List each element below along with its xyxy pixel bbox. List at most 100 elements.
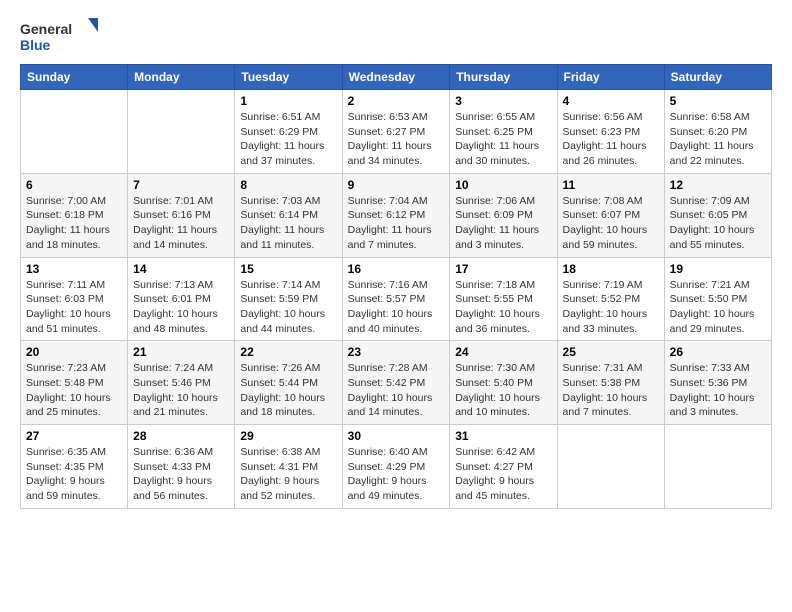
days-header-row: SundayMondayTuesdayWednesdayThursdayFrid… — [21, 65, 772, 90]
calendar-body: 1 Sunrise: 6:51 AM Sunset: 6:29 PM Daylig… — [21, 90, 772, 509]
day-info: Sunrise: 7:11 AM Sunset: 6:03 PM Dayligh… — [26, 278, 122, 337]
svg-text:Blue: Blue — [20, 37, 51, 53]
calendar-week-row: 20 Sunrise: 7:23 AM Sunset: 5:48 PM Dayli… — [21, 341, 772, 425]
day-info: Sunrise: 6:55 AM Sunset: 6:25 PM Dayligh… — [455, 110, 551, 169]
calendar-cell: 22 Sunrise: 7:26 AM Sunset: 5:44 PM Dayli… — [235, 341, 342, 425]
day-info: Sunrise: 6:35 AM Sunset: 4:35 PM Dayligh… — [26, 445, 122, 504]
calendar-cell: 21 Sunrise: 7:24 AM Sunset: 5:46 PM Dayli… — [128, 341, 235, 425]
day-info: Sunrise: 6:36 AM Sunset: 4:33 PM Dayligh… — [133, 445, 229, 504]
day-number: 26 — [670, 345, 766, 359]
calendar-cell: 31 Sunrise: 6:42 AM Sunset: 4:27 PM Dayli… — [450, 425, 557, 509]
day-info: Sunrise: 6:56 AM Sunset: 6:23 PM Dayligh… — [563, 110, 659, 169]
calendar-cell: 26 Sunrise: 7:33 AM Sunset: 5:36 PM Dayli… — [664, 341, 771, 425]
calendar-week-row: 27Sunrise: 6:35 AM Sunset: 4:35 PM Dayli… — [21, 425, 772, 509]
day-info: Sunrise: 7:26 AM Sunset: 5:44 PM Dayligh… — [240, 361, 336, 420]
day-of-week-header: Saturday — [664, 65, 771, 90]
day-info: Sunrise: 7:08 AM Sunset: 6:07 PM Dayligh… — [563, 194, 659, 253]
calendar-cell: 16 Sunrise: 7:16 AM Sunset: 5:57 PM Dayli… — [342, 257, 450, 341]
day-number: 1 — [240, 94, 336, 108]
day-number: 25 — [563, 345, 659, 359]
day-number: 14 — [133, 262, 229, 276]
day-info: Sunrise: 6:53 AM Sunset: 6:27 PM Dayligh… — [348, 110, 445, 169]
day-info: Sunrise: 6:58 AM Sunset: 6:20 PM Dayligh… — [670, 110, 766, 169]
day-info: Sunrise: 7:31 AM Sunset: 5:38 PM Dayligh… — [563, 361, 659, 420]
day-info: Sunrise: 7:30 AM Sunset: 5:40 PM Dayligh… — [455, 361, 551, 420]
day-info: Sunrise: 6:40 AM Sunset: 4:29 PM Dayligh… — [348, 445, 445, 504]
logo: General Blue — [20, 16, 100, 56]
day-info: Sunrise: 7:24 AM Sunset: 5:46 PM Dayligh… — [133, 361, 229, 420]
calendar-cell: 4 Sunrise: 6:56 AM Sunset: 6:23 PM Daylig… — [557, 90, 664, 174]
day-number: 16 — [348, 262, 445, 276]
day-number: 30 — [348, 429, 445, 443]
calendar-cell: 20 Sunrise: 7:23 AM Sunset: 5:48 PM Dayli… — [21, 341, 128, 425]
day-number: 28 — [133, 429, 229, 443]
calendar-cell: 11 Sunrise: 7:08 AM Sunset: 6:07 PM Dayli… — [557, 173, 664, 257]
day-number: 10 — [455, 178, 551, 192]
day-of-week-header: Monday — [128, 65, 235, 90]
day-info: Sunrise: 7:09 AM Sunset: 6:05 PM Dayligh… — [670, 194, 766, 253]
calendar-cell: 30 Sunrise: 6:40 AM Sunset: 4:29 PM Dayli… — [342, 425, 450, 509]
day-info: Sunrise: 7:21 AM Sunset: 5:50 PM Dayligh… — [670, 278, 766, 337]
day-info: Sunrise: 7:14 AM Sunset: 5:59 PM Dayligh… — [240, 278, 336, 337]
day-number: 18 — [563, 262, 659, 276]
day-number: 21 — [133, 345, 229, 359]
day-info: Sunrise: 7:13 AM Sunset: 6:01 PM Dayligh… — [133, 278, 229, 337]
day-number: 20 — [26, 345, 122, 359]
day-info: Sunrise: 6:42 AM Sunset: 4:27 PM Dayligh… — [455, 445, 551, 504]
day-number: 11 — [563, 178, 659, 192]
day-of-week-header: Wednesday — [342, 65, 450, 90]
day-number: 2 — [348, 94, 445, 108]
day-info: Sunrise: 7:18 AM Sunset: 5:55 PM Dayligh… — [455, 278, 551, 337]
day-info: Sunrise: 6:51 AM Sunset: 6:29 PM Dayligh… — [240, 110, 336, 169]
calendar-week-row: 1 Sunrise: 6:51 AM Sunset: 6:29 PM Daylig… — [21, 90, 772, 174]
day-info: Sunrise: 7:19 AM Sunset: 5:52 PM Dayligh… — [563, 278, 659, 337]
day-number: 17 — [455, 262, 551, 276]
day-number: 22 — [240, 345, 336, 359]
calendar-cell: 24 Sunrise: 7:30 AM Sunset: 5:40 PM Dayli… — [450, 341, 557, 425]
calendar-cell: 18 Sunrise: 7:19 AM Sunset: 5:52 PM Dayli… — [557, 257, 664, 341]
svg-text:General: General — [20, 21, 72, 37]
day-number: 23 — [348, 345, 445, 359]
day-of-week-header: Friday — [557, 65, 664, 90]
calendar-cell: 13 Sunrise: 7:11 AM Sunset: 6:03 PM Dayli… — [21, 257, 128, 341]
day-info: Sunrise: 7:23 AM Sunset: 5:48 PM Dayligh… — [26, 361, 122, 420]
day-number: 12 — [670, 178, 766, 192]
calendar-table: SundayMondayTuesdayWednesdayThursdayFrid… — [20, 64, 772, 509]
calendar-cell — [557, 425, 664, 509]
calendar-cell: 9Sunrise: 7:04 AM Sunset: 6:12 PM Daylig… — [342, 173, 450, 257]
calendar-cell: 27Sunrise: 6:35 AM Sunset: 4:35 PM Dayli… — [21, 425, 128, 509]
calendar-cell: 5 Sunrise: 6:58 AM Sunset: 6:20 PM Daylig… — [664, 90, 771, 174]
calendar-cell: 7 Sunrise: 7:01 AM Sunset: 6:16 PM Daylig… — [128, 173, 235, 257]
day-number: 31 — [455, 429, 551, 443]
day-number: 24 — [455, 345, 551, 359]
calendar-cell: 1 Sunrise: 6:51 AM Sunset: 6:29 PM Daylig… — [235, 90, 342, 174]
day-info: Sunrise: 7:01 AM Sunset: 6:16 PM Dayligh… — [133, 194, 229, 253]
page-header: General Blue — [20, 16, 772, 56]
calendar-week-row: 13 Sunrise: 7:11 AM Sunset: 6:03 PM Dayli… — [21, 257, 772, 341]
day-number: 3 — [455, 94, 551, 108]
day-number: 29 — [240, 429, 336, 443]
calendar-cell: 17 Sunrise: 7:18 AM Sunset: 5:55 PM Dayli… — [450, 257, 557, 341]
day-of-week-header: Thursday — [450, 65, 557, 90]
day-of-week-header: Sunday — [21, 65, 128, 90]
calendar-cell: 12 Sunrise: 7:09 AM Sunset: 6:05 PM Dayli… — [664, 173, 771, 257]
day-number: 4 — [563, 94, 659, 108]
day-number: 7 — [133, 178, 229, 192]
day-number: 8 — [240, 178, 336, 192]
day-number: 15 — [240, 262, 336, 276]
calendar-cell — [21, 90, 128, 174]
calendar-cell: 25 Sunrise: 7:31 AM Sunset: 5:38 PM Dayli… — [557, 341, 664, 425]
day-number: 13 — [26, 262, 122, 276]
day-info: Sunrise: 7:16 AM Sunset: 5:57 PM Dayligh… — [348, 278, 445, 337]
day-info: Sunrise: 7:33 AM Sunset: 5:36 PM Dayligh… — [670, 361, 766, 420]
calendar-cell: 14 Sunrise: 7:13 AM Sunset: 6:01 PM Dayli… — [128, 257, 235, 341]
day-number: 19 — [670, 262, 766, 276]
calendar-cell: 8Sunrise: 7:03 AM Sunset: 6:14 PM Daylig… — [235, 173, 342, 257]
calendar-cell: 6Sunrise: 7:00 AM Sunset: 6:18 PM Daylig… — [21, 173, 128, 257]
calendar-cell: 28 Sunrise: 6:36 AM Sunset: 4:33 PM Dayli… — [128, 425, 235, 509]
calendar-cell: 29 Sunrise: 6:38 AM Sunset: 4:31 PM Dayli… — [235, 425, 342, 509]
calendar-cell — [128, 90, 235, 174]
day-number: 5 — [670, 94, 766, 108]
day-info: Sunrise: 6:38 AM Sunset: 4:31 PM Dayligh… — [240, 445, 336, 504]
calendar-cell — [664, 425, 771, 509]
